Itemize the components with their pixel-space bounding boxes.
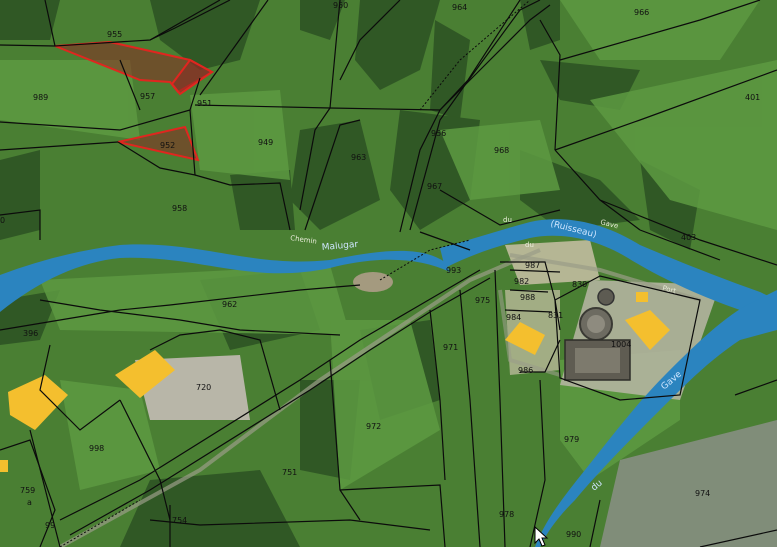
parcel-label[interactable]: 830 [572,280,587,289]
parcel-label[interactable]: 990 [566,530,581,539]
parcel-label[interactable]: a [27,498,32,507]
parcel-label[interactable]: 979 [564,435,579,444]
parcel-label[interactable]: 986 [518,366,533,375]
parcel-label[interactable]: 967 [427,182,442,191]
parcel-label[interactable]: 403 [681,233,696,242]
parcel-label[interactable]: 966 [634,8,649,17]
cadastral-map[interactable]: Malugar (Ruisseau) Gave du Port Chemin d… [0,0,777,547]
parcel-label[interactable]: 751 [282,468,297,477]
parcel-label[interactable]: 0 [0,216,5,225]
parcel-label[interactable]: 964 [452,3,467,12]
parcel-label[interactable]: 968 [494,146,509,155]
parcel-label[interactable]: 958 [172,204,187,213]
parcel-label[interactable]: 978 [499,510,514,519]
parcel-label[interactable]: 989 [33,93,48,102]
parcel-label[interactable]: 956 [431,129,446,138]
parcel-label[interactable]: 998 [89,444,104,453]
parcel-label[interactable]: 971 [443,343,458,352]
parcel-label[interactable]: 993 [446,266,461,275]
building-edge-759 [0,460,8,472]
parcel-label[interactable]: 955 [107,30,122,39]
parcel-label[interactable]: 754 [172,516,187,525]
parcel-label[interactable]: 975 [475,296,490,305]
parcel-label[interactable]: 831 [548,311,563,320]
building-small-830 [636,292,648,302]
parcel-label[interactable]: 396 [23,329,38,338]
map-canvas[interactable]: Malugar (Ruisseau) Gave du Port Chemin d… [0,0,777,547]
parcel-label[interactable]: 951 [197,99,212,108]
parcel-label[interactable]: 982 [514,277,529,286]
label-du-top: du [503,216,512,224]
parcel-label[interactable]: 952 [160,141,175,150]
parcel-label[interactable]: 984 [506,313,521,322]
parcel-label[interactable]: 759 [20,486,35,495]
parcel-label[interactable]: 988 [520,293,535,302]
parcel-label[interactable]: 957 [140,92,155,101]
parcel-label[interactable]: 99 [45,521,55,530]
parcel-label[interactable]: 962 [222,300,237,309]
parcel-label[interactable]: 1004 [611,340,631,349]
parcel-label[interactable]: 401 [745,93,760,102]
parcel-label[interactable]: 949 [258,138,273,147]
parcel-label[interactable]: 972 [366,422,381,431]
parcel-label[interactable]: 974 [695,489,710,498]
parcel-label[interactable]: 963 [351,153,366,162]
label-du-road: du [525,241,534,249]
parcel-label[interactable]: 987 [525,261,540,270]
parcel-label[interactable]: 720 [196,383,211,392]
parcel-label[interactable]: 950 [333,1,348,10]
